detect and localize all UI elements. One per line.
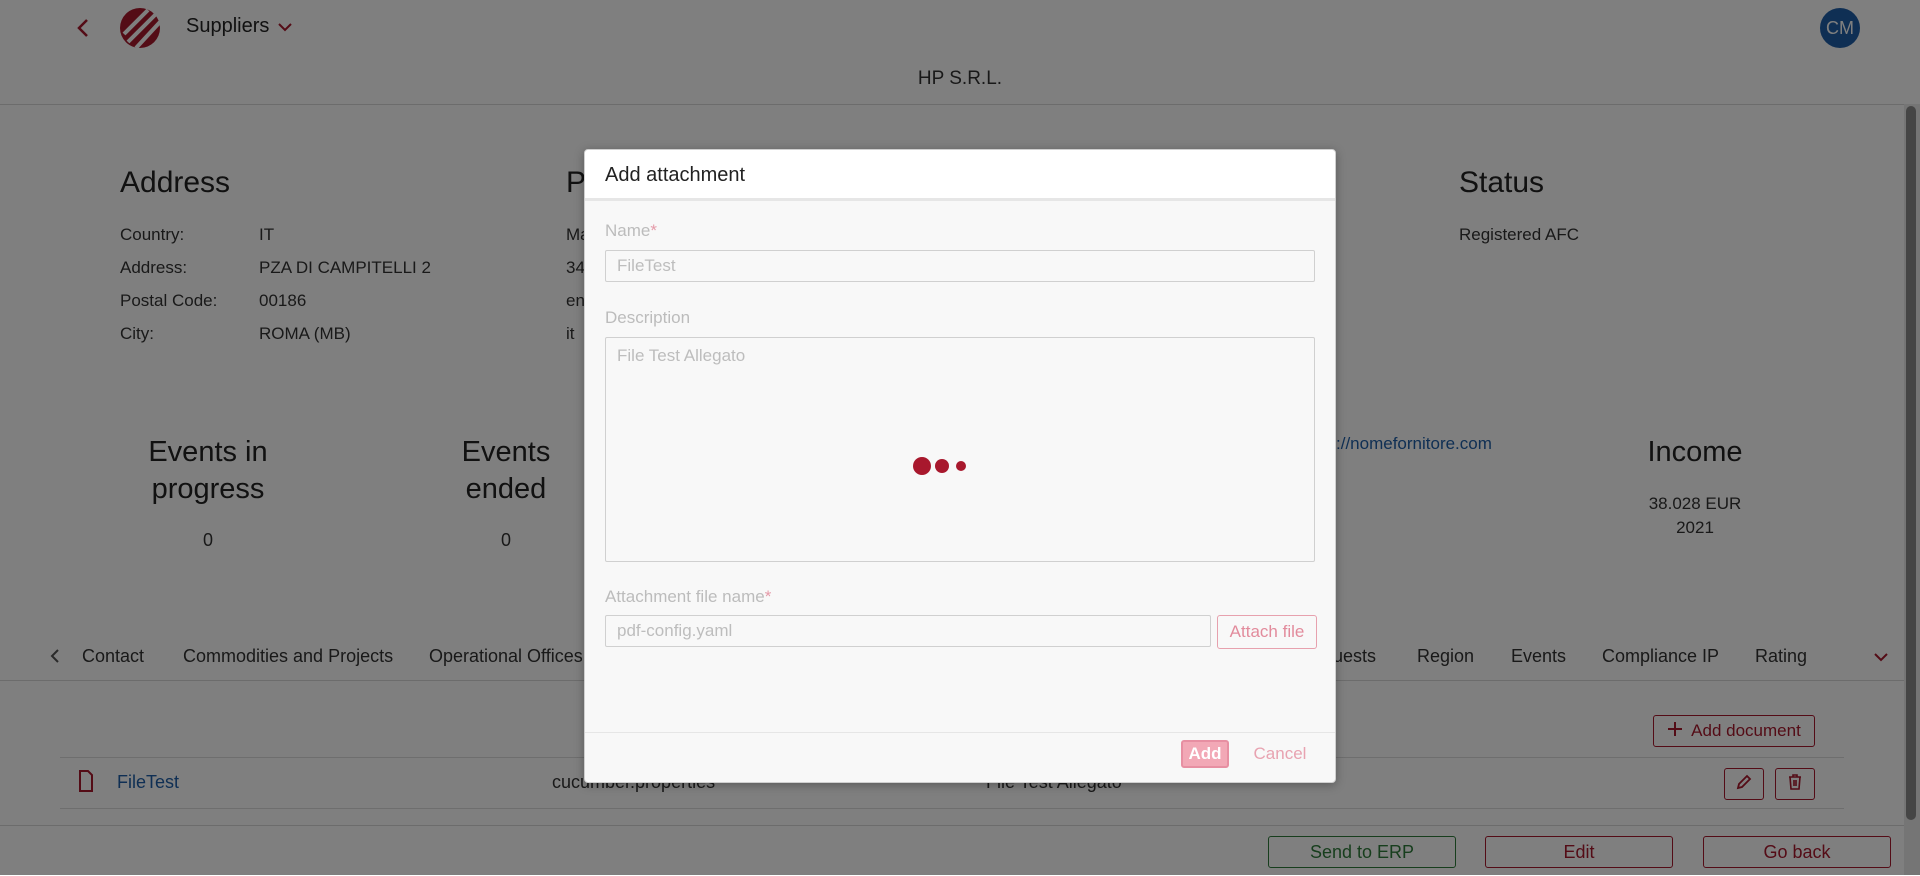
- required-mark: *: [650, 221, 657, 240]
- attach-file-button[interactable]: Attach file: [1217, 615, 1317, 649]
- attachment-file-name-input[interactable]: pdf-config.yaml: [605, 615, 1211, 647]
- cancel-button[interactable]: Cancel: [1245, 740, 1315, 768]
- required-mark: *: [764, 587, 772, 606]
- add-button[interactable]: Add: [1181, 740, 1229, 768]
- add-attachment-dialog: Add attachment Name* FileTest Descriptio…: [584, 149, 1336, 783]
- description-textarea[interactable]: File Test Allegato: [605, 337, 1315, 562]
- file-name-label-text: Attachment file name: [605, 587, 765, 606]
- name-label-text: Name: [605, 221, 651, 240]
- dialog-title: Add attachment: [605, 164, 746, 186]
- name-field-label: Name*: [605, 221, 657, 241]
- name-input[interactable]: FileTest: [605, 250, 1315, 282]
- description-field-label: Description: [605, 308, 691, 327]
- loading-spinner: [913, 456, 973, 476]
- file-name-field-label: Attachment file name*: [605, 587, 771, 607]
- dialog-header: Add attachment: [585, 150, 1335, 201]
- dialog-footer-divider: [585, 732, 1335, 733]
